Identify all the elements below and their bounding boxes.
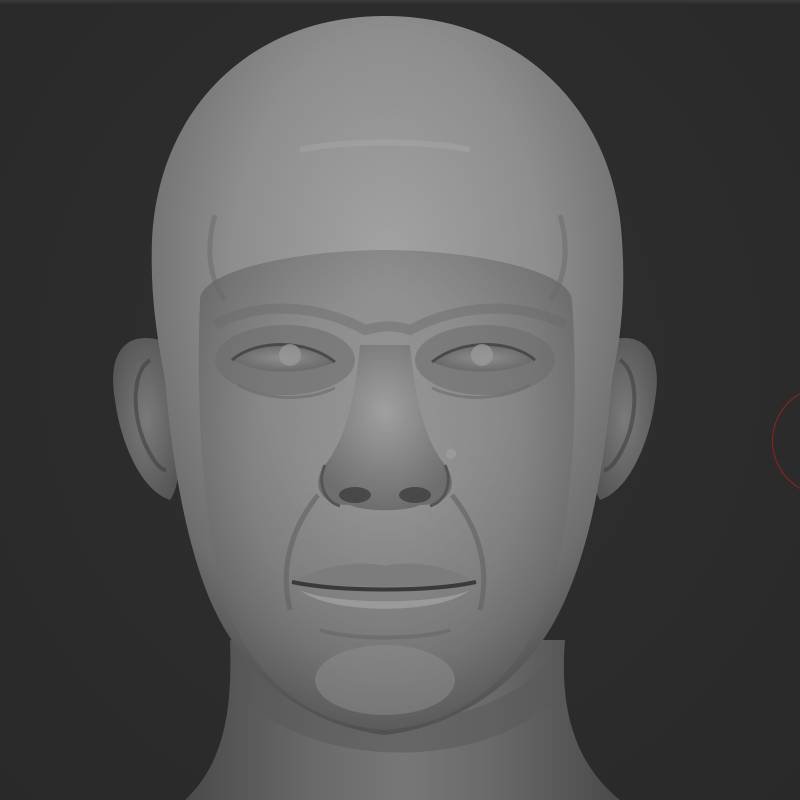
chin [315,645,455,715]
sculpt-viewport[interactable] [0,0,800,800]
mole [446,449,456,459]
sculpted-head-model[interactable] [0,0,800,800]
